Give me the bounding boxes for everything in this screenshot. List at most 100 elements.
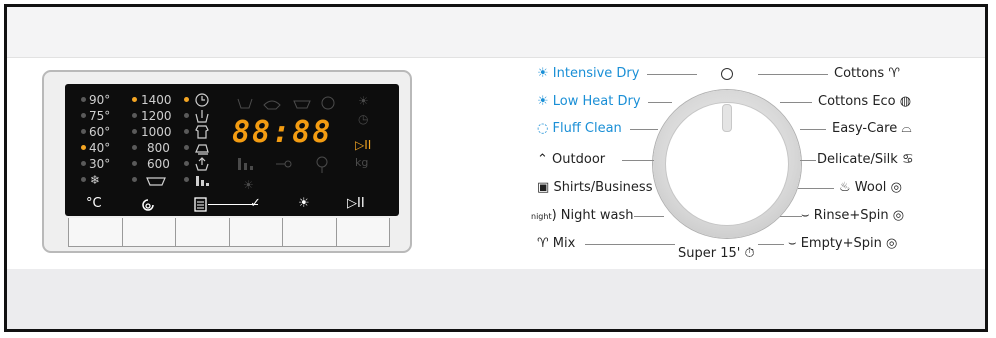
iron-icon (195, 144, 209, 155)
low-heat-dry-icon: ☀ (537, 94, 549, 109)
intensive-dry-icon: ☀ (298, 196, 310, 211)
rinse-hold-icon (146, 177, 166, 186)
programme-empty-spin[interactable]: ⌣ Empty+Spin ◎ (788, 236, 897, 252)
temp-dot (81, 97, 86, 102)
off-indicator (721, 68, 733, 80)
outdoor-icon: ⌃ (537, 152, 548, 167)
hanger-icon: ⌓ (901, 121, 912, 136)
status-icons-row-2 (238, 156, 328, 173)
temp-dot (81, 177, 86, 182)
option-dot-active (184, 97, 189, 102)
spin-icon (142, 199, 154, 211)
spin-dot (132, 145, 137, 150)
intensive-dry-icon: ☀ (537, 66, 549, 81)
temp-30: 30° (89, 157, 111, 171)
connector-line (647, 74, 697, 75)
start-pause-indicator-icon: ▷II (355, 138, 372, 152)
spin-dot-active (132, 97, 137, 102)
programme-cottons-eco[interactable]: Cottons Eco ◍ (818, 94, 911, 110)
connector-line (622, 160, 654, 161)
spin-dot (132, 161, 137, 166)
connector-line (800, 160, 816, 161)
start-pause-button[interactable] (337, 218, 390, 246)
clock-icon: ◷ (358, 112, 369, 126)
drain-icon: ⌣ (788, 236, 797, 251)
spin-dot (132, 113, 137, 118)
programme-intensive-dry[interactable]: ☀ Intensive Dry (537, 66, 639, 82)
programme-fluff-clean[interactable]: ◌ Fluff Clean (537, 121, 622, 137)
spin-button[interactable] (123, 218, 176, 246)
rinse-icon: ⌣ (801, 208, 810, 223)
temp-dot (81, 161, 86, 166)
dial-pointer (722, 104, 732, 132)
hand-wash-icon: ♨ (839, 180, 851, 195)
programme-shirts-business[interactable]: ▣ Shirts/Business (537, 180, 652, 196)
fluff-clean-icon: ◌ (537, 121, 549, 136)
temp-60: 60° (89, 125, 111, 139)
temp-dot-active (81, 145, 86, 150)
cottons-icon: ♈ (888, 66, 900, 81)
options-icon (194, 197, 207, 212)
option-dot (184, 113, 189, 118)
eco-icon: ◍ (899, 94, 912, 109)
rinse-plus-icon (195, 157, 209, 171)
options-button[interactable] (176, 218, 230, 246)
check-icon: ✓ (250, 196, 261, 211)
dry-button[interactable] (283, 218, 337, 246)
option-dot (184, 177, 189, 182)
connector-line (630, 129, 658, 130)
programme-outdoor[interactable]: ⌃ Outdoor (537, 152, 605, 168)
status-icons-row (237, 96, 335, 110)
option-dot (184, 145, 189, 150)
programme-cottons[interactable]: Cottons ♈ (834, 66, 900, 82)
spin-dot (132, 177, 137, 182)
dry-icon-dim: ☀ (243, 178, 254, 192)
spin-icon: ◎ (892, 208, 905, 223)
connector-line (648, 102, 672, 103)
mix-icon: ♈ (537, 236, 549, 251)
spin-icon: ◎ (886, 236, 898, 251)
programme-wool[interactable]: ♨ Wool ◎ (839, 180, 902, 196)
stopwatch-icon: ⏱ (744, 246, 755, 261)
connector-line (758, 74, 828, 75)
button-row (68, 218, 390, 247)
shirt-icon: ▣ (537, 180, 550, 195)
option-dot (184, 161, 189, 166)
connector-line (800, 129, 826, 130)
programme-mix[interactable]: ♈ Mix (537, 236, 575, 252)
wool-icon: ◎ (890, 180, 902, 195)
connector-line (780, 102, 812, 103)
spin-1200: 1200 (141, 109, 172, 123)
temperature-button[interactable] (69, 218, 123, 246)
dry-icon: ☀ (358, 94, 369, 108)
programme-rinse-spin[interactable]: ⌣ Rinse+Spin ◎ (801, 208, 904, 224)
load-icon (196, 176, 209, 186)
cold-icon: ❄ (90, 173, 101, 187)
programme-low-heat-dry[interactable]: ☀ Low Heat Dry (537, 94, 641, 110)
connector-line (780, 216, 802, 217)
prewash-icon (195, 110, 209, 123)
programme-delicate-silk[interactable]: Delicate/Silk ♋ (817, 152, 914, 168)
connector-line (634, 216, 664, 217)
seven-segment-display: 88:88 (232, 115, 333, 150)
spin-1400: 1400 (141, 93, 172, 107)
connector-line (585, 244, 675, 245)
connector-line (798, 188, 834, 189)
spin-600: 600 (147, 157, 170, 171)
option-dot (184, 129, 189, 134)
connector-line (758, 244, 784, 245)
programme-night-wash[interactable]: night) Night wash (531, 208, 633, 225)
temp-dot (81, 129, 86, 134)
programme-super-15[interactable]: Super 15' ⏱ (678, 246, 755, 262)
spin-1000: 1000 (141, 125, 172, 139)
confirm-button[interactable] (230, 218, 283, 246)
spin-dot (132, 129, 137, 134)
timer-icon (195, 93, 209, 107)
panel-bottom (7, 269, 985, 329)
programme-easy-care[interactable]: Easy-Care ⌓ (832, 121, 912, 137)
temp-90: 90° (89, 93, 111, 107)
night-icon: night (531, 212, 552, 221)
start-pause-icon: ▷II (347, 196, 365, 211)
temp-40: 40° (89, 141, 111, 155)
temperature-button-label: °C (86, 196, 102, 211)
